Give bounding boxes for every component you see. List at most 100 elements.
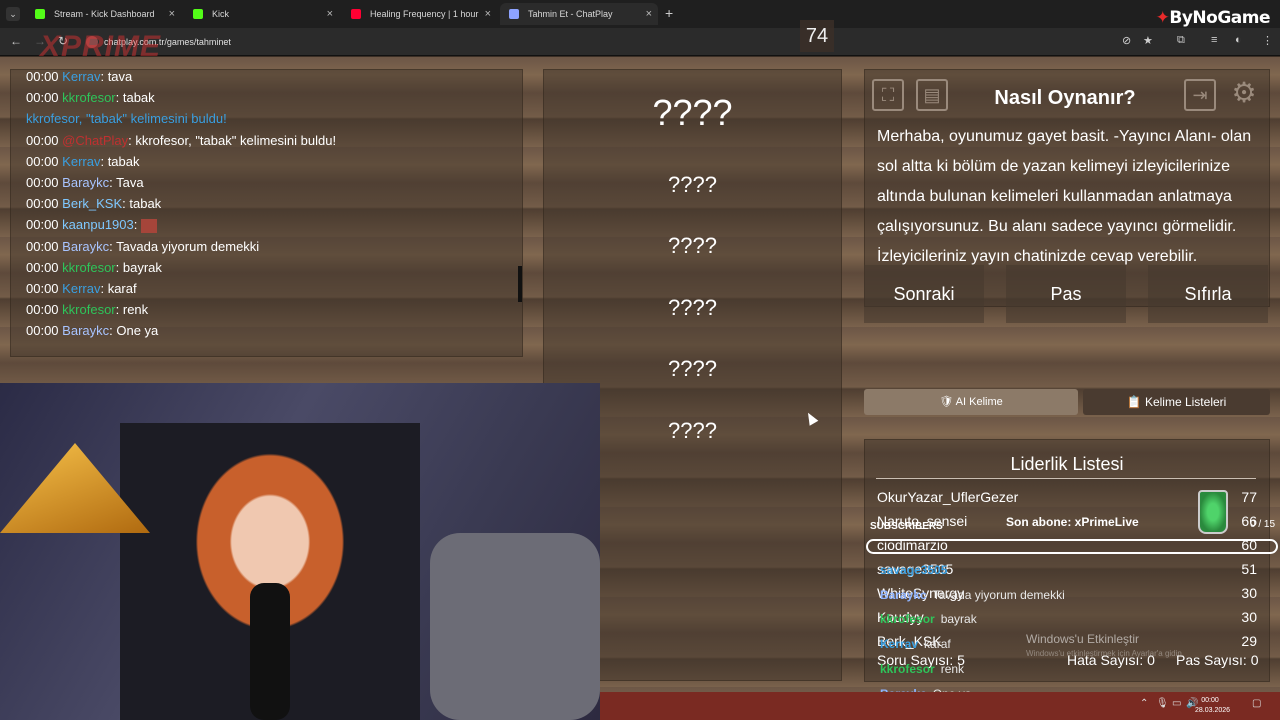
robot-icon: 🛡 xyxy=(939,396,954,408)
chatplay-icon xyxy=(509,9,519,19)
tray-up-icon[interactable]: ⌃ xyxy=(1140,698,1148,709)
chat-message: : tabak xyxy=(100,153,140,169)
pass-count: Pas Sayısı: 0 xyxy=(1176,652,1259,668)
chat-line: 00:00 Baraykc: One ya xyxy=(26,323,158,338)
leaderboard-title: Liderlik Listesi xyxy=(1010,454,1124,474)
chat-line: kkrofesor, "tabak" kelimesini buldu! xyxy=(26,111,227,126)
overlay-chat-line: savage3505 xyxy=(880,563,953,577)
profile-avatar[interactable]: ◐ xyxy=(1235,34,1242,46)
notification-icon[interactable]: ▢ xyxy=(1252,698,1261,709)
chat-message: : One ya xyxy=(109,323,159,339)
taskbar-clock[interactable]: 00:00 28.03.2026 xyxy=(1195,696,1230,716)
close-icon[interactable]: × xyxy=(327,3,333,25)
chat-username[interactable]: Baraykc xyxy=(62,323,109,338)
chat-username[interactable]: kkrofesor xyxy=(62,302,115,317)
microphone-tray-icon[interactable]: 🎙 xyxy=(1156,698,1169,709)
chat-message: : tabak xyxy=(122,196,162,212)
url-field[interactable]: chatplay.com.tr/games/tahminet xyxy=(82,32,1162,52)
mute-icon[interactable]: ⊘ xyxy=(1122,34,1131,47)
notes-icon[interactable]: ▤ xyxy=(916,79,948,111)
chat-username[interactable]: Baraykc xyxy=(62,239,109,254)
chat-timestamp: 00:00 xyxy=(26,302,59,318)
tab-search-icon[interactable]: ⌄ xyxy=(6,7,20,21)
xprime-logo: XPRIME xyxy=(40,30,162,63)
overlay-chat-username: Kerrav xyxy=(880,637,919,651)
chat-username[interactable]: @ChatPlay xyxy=(62,133,128,148)
settings-gear-icon[interactable]: ⚙ xyxy=(1228,79,1260,111)
close-icon[interactable]: × xyxy=(485,3,491,25)
chat-username[interactable]: kkrofesor xyxy=(62,260,115,275)
close-icon[interactable]: × xyxy=(646,3,652,25)
tab-healing-frequency[interactable]: Healing Frequency | 1 hour × xyxy=(342,3,497,25)
chat-username[interactable]: kkrofesor xyxy=(62,90,115,105)
overlay-chat-line: kkrofesor renk xyxy=(880,662,964,676)
chat-scrollbar[interactable] xyxy=(518,266,522,302)
reset-button[interactable]: Sıfırla xyxy=(1148,265,1268,323)
chat-line: 00:00 Kerrav: tabak xyxy=(26,154,140,169)
forbidden-word: ???? xyxy=(668,233,717,258)
last-subscriber: Son abone: xPrimeLive xyxy=(1006,515,1139,529)
fullscreen-icon[interactable]: ⛶ xyxy=(872,79,904,111)
forbidden-word: ???? xyxy=(668,356,717,381)
sub-goal-bar xyxy=(866,539,1278,554)
chat-message: : karaf xyxy=(100,281,137,296)
chat-line: 00:00 kaanpu1903: xyxy=(26,217,158,233)
overlay-chat-message: Tavada yiyorum demekki xyxy=(932,588,1065,602)
pass-button[interactable]: Pas xyxy=(1006,265,1126,323)
browser-tab-bar: ⌄ Stream - Kick Dashboard × Kick × Heali… xyxy=(0,0,1280,28)
menu-icon[interactable]: ⋮ xyxy=(1262,34,1273,47)
overlay-chat-username: kkrofesor xyxy=(880,662,935,676)
kick-icon xyxy=(193,9,203,19)
extensions-icon[interactable]: ⧉ xyxy=(1177,34,1185,47)
subscribers-label: SUBSCRIBERS xyxy=(870,521,943,532)
chat-username[interactable]: Berk_KSK xyxy=(62,196,122,211)
howto-text: Merhaba, oyunumuz gayet basit. -Yayıncı … xyxy=(877,128,1252,265)
chat-timestamp: 00:00 xyxy=(26,132,59,148)
tab-kick[interactable]: Kick × xyxy=(184,3,339,25)
word-lists-button[interactable]: 📋 Kelime Listeleri xyxy=(1083,389,1270,415)
chat-timestamp: 00:00 xyxy=(26,153,59,169)
ai-word-button[interactable]: 🛡 AI Kelime xyxy=(864,389,1078,415)
chat-line: 00:00 Kerrav: tava xyxy=(26,69,132,84)
chat-username[interactable]: Baraykc xyxy=(62,175,109,190)
tab-tahmin-et[interactable]: Tahmin Et - ChatPlay × xyxy=(500,3,658,25)
leader-score: 30 xyxy=(1241,609,1257,625)
chat-timestamp: 00:00 xyxy=(26,323,59,339)
exit-icon[interactable]: ⇥ xyxy=(1184,79,1216,111)
tab-kick-dashboard[interactable]: Stream - Kick Dashboard × xyxy=(26,3,181,25)
address-bar: ← → ↻ chatplay.com.tr/games/tahminet ⊘ ★… xyxy=(0,28,1280,56)
chat-line: 00:00 kkrofesor: tabak xyxy=(26,90,155,105)
chat-message: : tabak xyxy=(115,90,155,106)
chat-message: : Tavada yiyorum demekki xyxy=(109,238,260,254)
back-icon[interactable]: ← xyxy=(10,34,22,48)
youtube-icon xyxy=(351,9,361,19)
next-button[interactable]: Sonraki xyxy=(864,265,984,323)
chat-username[interactable]: Kerrav xyxy=(62,154,100,169)
chat-line: 00:00 @ChatPlay: kkrofesor, "tabak" keli… xyxy=(26,133,336,148)
overlay-chat-message: bayrak xyxy=(940,612,977,626)
windows-activation-watermark: Windows'u Etkinleştir xyxy=(1026,632,1139,646)
overlay-chat-username: kkrofesor xyxy=(880,612,935,626)
chat-message: : bayrak xyxy=(115,259,162,275)
chat-username[interactable]: Kerrav xyxy=(62,281,100,296)
new-tab-icon[interactable]: + xyxy=(665,5,673,21)
leader-score: 77 xyxy=(1241,489,1257,505)
chat-line: 00:00 kkrofesor: renk xyxy=(26,302,148,317)
reading-list-icon[interactable]: ≡ xyxy=(1211,34,1217,46)
chat-username[interactable]: kkrofesor, "tabak" kelimesini buldu! xyxy=(26,111,227,126)
chat-username[interactable]: Kerrav xyxy=(62,69,100,84)
chat-timestamp: 00:00 xyxy=(26,90,59,106)
leader-name: OkurYazar_UflerGezer xyxy=(877,489,1019,505)
overlay-chat-message: karaf xyxy=(924,637,951,651)
chat-username[interactable]: kaanpu1903 xyxy=(62,217,134,232)
network-icon[interactable]: ▭ xyxy=(1172,698,1181,709)
chat-timestamp: 00:00 xyxy=(26,217,59,233)
overlay-chat-line: Kerrav karaf xyxy=(880,637,951,651)
overlay-chat-username: savage3505 xyxy=(880,563,948,577)
chat-message: : xyxy=(133,217,138,233)
chat-line: 00:00 Baraykc: Tavada yiyorum demekki xyxy=(26,239,259,254)
close-icon[interactable]: × xyxy=(169,3,175,25)
bookmark-star-icon[interactable]: ★ xyxy=(1143,34,1153,47)
forbidden-word: ???? xyxy=(668,295,717,320)
overlay-chat-line: Baraykc Tavada yiyorum demekki xyxy=(880,588,1065,602)
